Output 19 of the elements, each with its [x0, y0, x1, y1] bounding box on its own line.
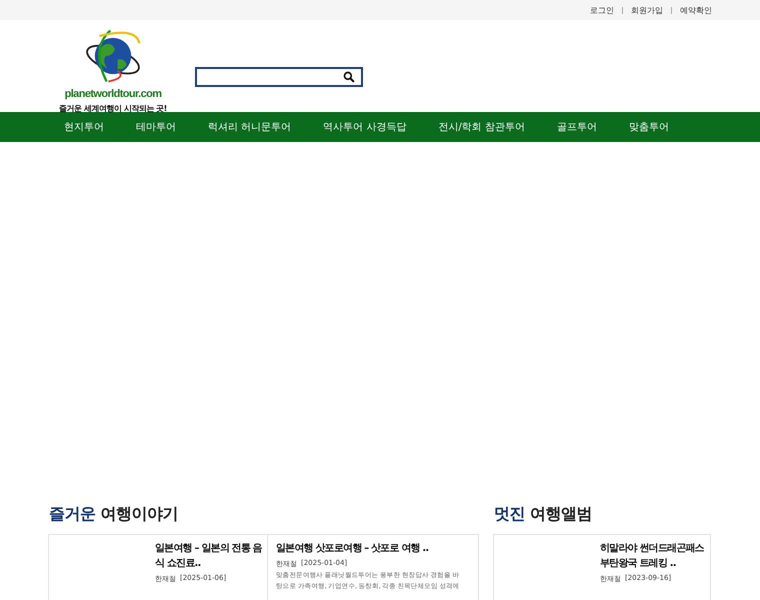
- nav-item[interactable]: 골프투어: [556, 120, 597, 134]
- top-link[interactable]: 로그인: [590, 4, 614, 16]
- search-icon[interactable]: [343, 71, 355, 83]
- post-title[interactable]: 히말라야 썬더드래곤패스 부탄왕국 트레킹 ..: [600, 541, 708, 571]
- logo-text[interactable]: planetworldtour.com: [64, 88, 162, 100]
- section-title: 멋진 여행앨범: [494, 504, 594, 525]
- post-title[interactable]: 일본여행 삿포로여행 – 삿포로 여행 ..: [276, 541, 476, 556]
- tagline: 즐거운 세계여행이 시작되는 곳!: [59, 103, 167, 114]
- nav-item[interactable]: 맞춤투어: [628, 120, 669, 134]
- top-link[interactable]: 예약확인: [680, 4, 712, 16]
- nav-item[interactable]: 역사투어 사경득답: [323, 120, 406, 134]
- nav-item[interactable]: 전시/학회 참관투어: [438, 120, 525, 134]
- post-title[interactable]: 일본여행 – 일본의 전통 음식 쇼진료..: [155, 541, 265, 571]
- section-title: 즐거운 여행이야기: [49, 504, 180, 525]
- nav-item[interactable]: 현지투어: [64, 120, 104, 134]
- top-link[interactable]: 회원가입: [631, 4, 663, 16]
- search-field[interactable]: [195, 67, 363, 87]
- nav-item[interactable]: 테마투어: [136, 120, 176, 134]
- nav-item[interactable]: 럭셔리 허니문투어: [208, 120, 292, 134]
